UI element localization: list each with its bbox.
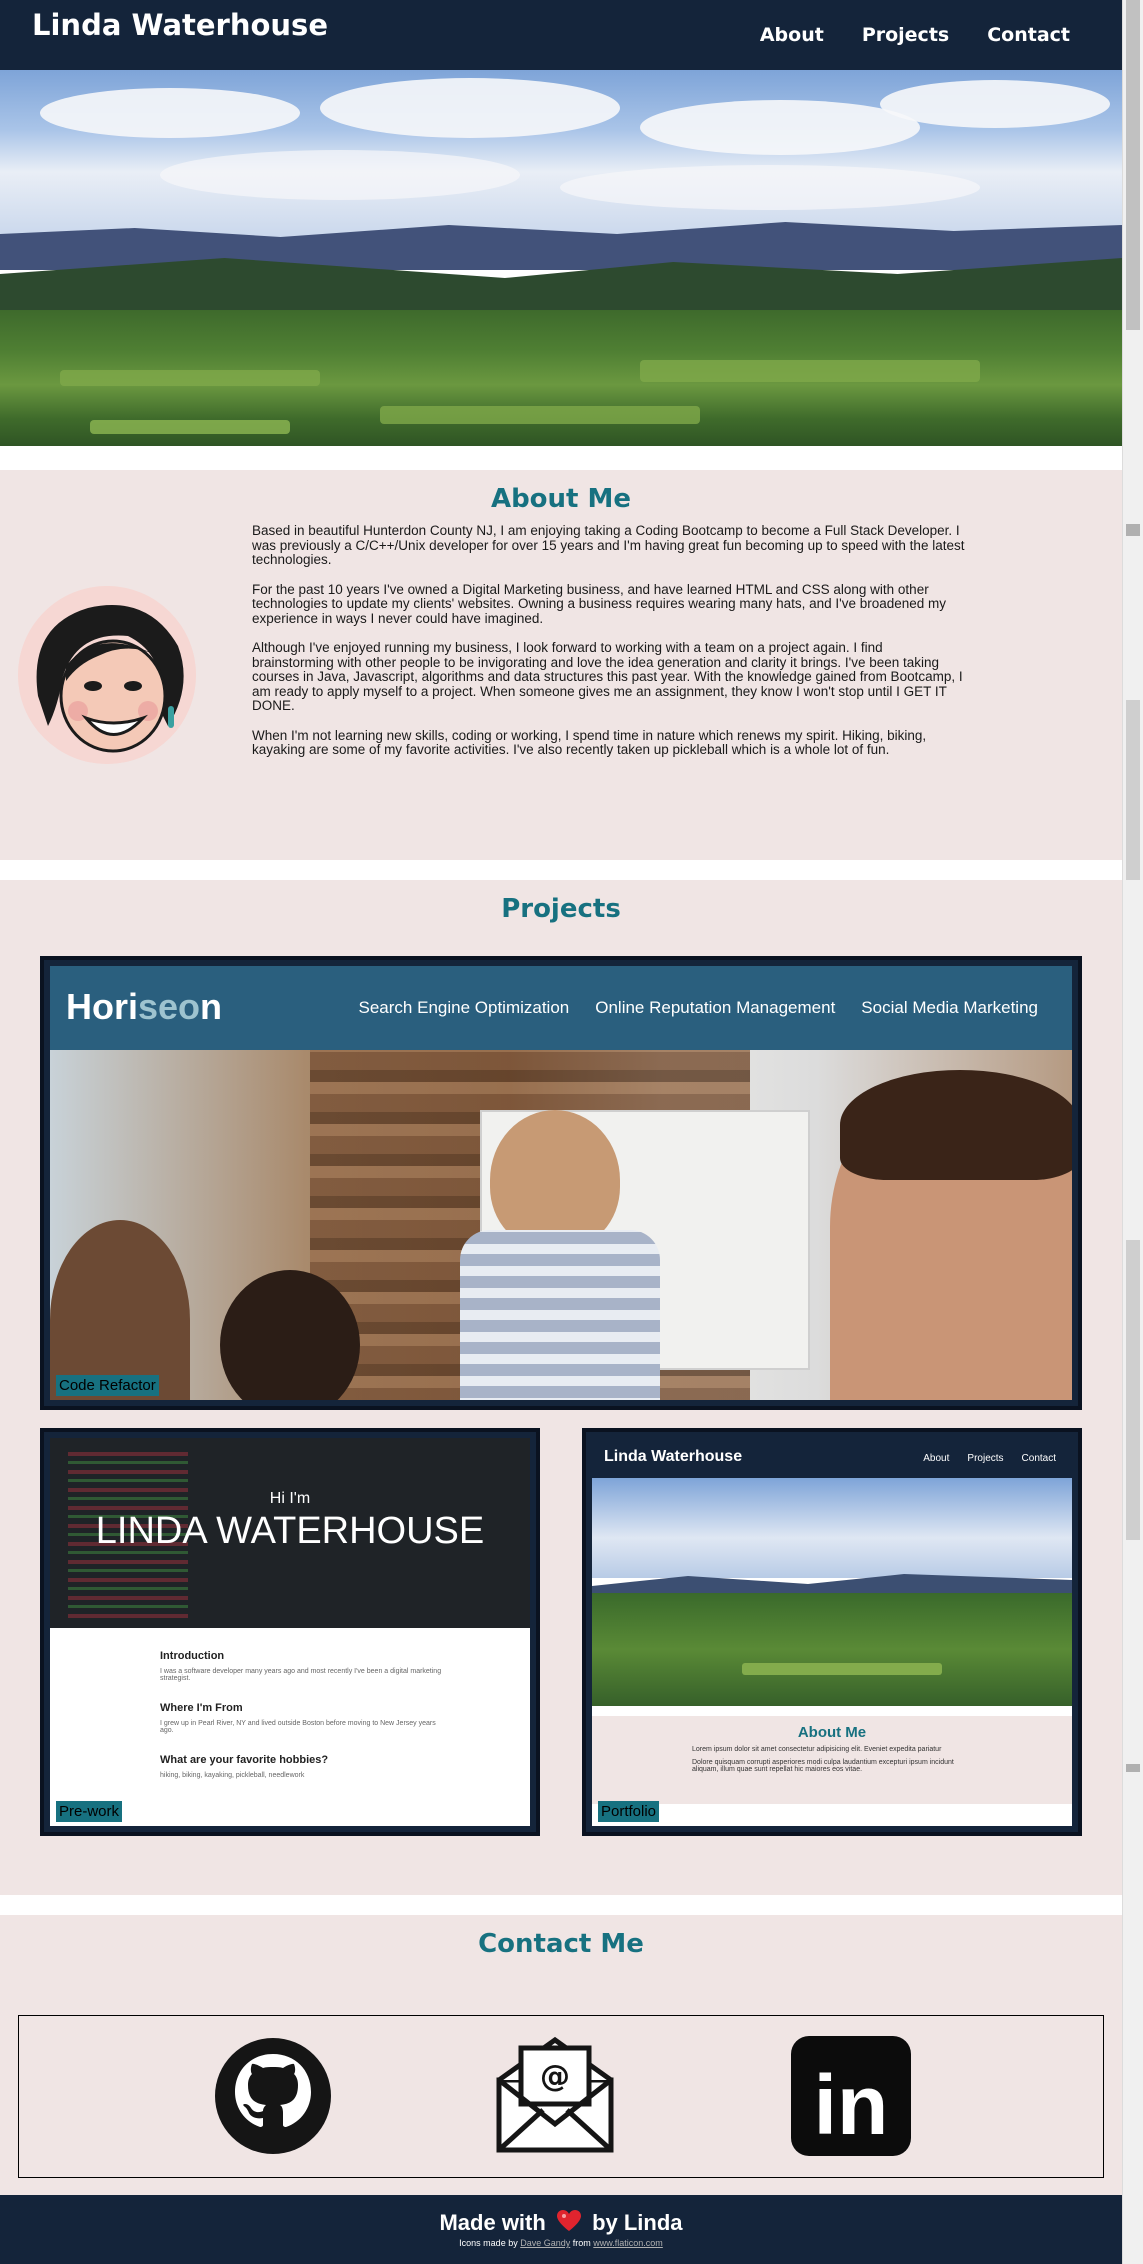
about-title: About Me — [490, 484, 632, 514]
github-icon[interactable] — [211, 2034, 335, 2158]
prework-heading: Where I'm From — [160, 1702, 243, 1714]
project-screenshot: Hi I'm LINDA WATERHOUSE Introduction I w… — [50, 1438, 530, 1826]
prework-text: I was a software developer many years ag… — [160, 1668, 442, 1682]
project-card-pre-work[interactable]: Hi I'm LINDA WATERHOUSE Introduction I w… — [40, 1428, 540, 1836]
heart-icon — [556, 2209, 582, 2239]
projects-section: Projects Horiseon Search Engine Optimiza… — [0, 880, 1122, 1895]
contact-section: Contact Me @ in — [0, 1915, 1122, 2195]
portfolio-landscape — [592, 1478, 1072, 1706]
horiseon-logo: Horiseon — [66, 986, 223, 1027]
footer-made-with: Made with by Linda — [0, 2209, 1122, 2239]
prework-text: I grew up in Pearl River, NY and lived o… — [160, 1720, 436, 1734]
portfolio-header: Linda Waterhouse About Projects Contact — [592, 1438, 1072, 1478]
horiseon-nav-item: Search Engine Optimization — [358, 998, 570, 1017]
credit-author-link[interactable]: Dave Gandy — [520, 2238, 570, 2248]
horiseon-nav-item: Online Reputation Management — [595, 998, 836, 1017]
contact-links-box: @ in — [18, 2015, 1104, 2178]
svg-text:@: @ — [540, 2059, 570, 2094]
scroll-thumb[interactable] — [1126, 0, 1140, 330]
project-label[interactable]: Portfolio — [598, 1801, 660, 1822]
main-nav: About Projects Contact — [760, 24, 1070, 46]
linkedin-icon[interactable]: in — [789, 2034, 913, 2158]
scroll-marker — [1126, 1240, 1140, 1540]
footer-credit: Icons made by Dave Gandy from www.flatic… — [459, 2238, 663, 2248]
about-paragraph: Based in beautiful Hunterdon County NJ, … — [252, 523, 965, 567]
portfolio-about: About Me Lorem ipsum dolor sit amet cons… — [592, 1716, 1072, 1804]
about-text: Based in beautiful Hunterdon County NJ, … — [252, 523, 968, 773]
project-screenshot: Horiseon Search Engine Optimization Onli… — [50, 966, 1072, 1400]
project-card-portfolio[interactable]: Linda Waterhouse About Projects Contact … — [582, 1428, 1082, 1836]
portfolio-nav-item: About — [923, 1453, 950, 1464]
caricature-avatar — [18, 586, 196, 764]
horiseon-nav-item: Social Media Marketing — [861, 998, 1038, 1017]
project-card-code-refactor[interactable]: Horiseon Search Engine Optimization Onli… — [40, 956, 1082, 1410]
project-label[interactable]: Pre-work — [56, 1801, 123, 1822]
team-photo — [50, 1050, 1072, 1400]
about-paragraph: When I'm not learning new skills, coding… — [252, 727, 927, 757]
project-screenshot: Linda Waterhouse About Projects Contact … — [592, 1438, 1072, 1826]
email-icon[interactable]: @ — [493, 2034, 617, 2158]
about-paragraph: For the past 10 years I've owned a Digit… — [252, 581, 947, 626]
nav-about-link[interactable]: About — [760, 24, 824, 46]
site-header: Linda Waterhouse About Projects Contact — [0, 0, 1122, 70]
project-label[interactable]: Code Refactor — [56, 1375, 159, 1396]
portfolio-nav-item: Projects — [967, 1453, 1004, 1464]
svg-text:in: in — [814, 2058, 889, 2152]
nav-projects-link[interactable]: Projects — [862, 24, 949, 46]
nav-contact-link[interactable]: Contact — [987, 24, 1070, 46]
prework-heading: Introduction — [160, 1650, 225, 1662]
prework-heading: What are your favorite hobbies? — [160, 1754, 329, 1766]
prework-name: LINDA WATERHOUSE — [95, 1510, 485, 1552]
contact-title: Contact Me — [478, 1929, 644, 1959]
page-scrollbar[interactable] — [1122, 0, 1143, 2264]
about-paragraph: Although I've enjoyed running my busines… — [252, 640, 963, 713]
brand-title[interactable]: Linda Waterhouse — [32, 8, 328, 42]
code-banner: Hi I'm LINDA WATERHOUSE — [50, 1438, 530, 1628]
projects-title: Projects — [501, 894, 621, 924]
site-footer: Made with by Linda Icons made by Dave Ga… — [0, 2195, 1122, 2264]
hero-landscape-image — [0, 70, 1122, 446]
horiseon-header: Horiseon Search Engine Optimization Onli… — [50, 966, 1072, 1050]
avatar-illustration — [18, 586, 196, 764]
about-section: About Me Based in beautiful Hunterdon Co… — [0, 470, 1122, 860]
scroll-marker — [1126, 524, 1140, 536]
portfolio-nav-item: Contact — [1021, 1453, 1056, 1464]
scroll-marker — [1126, 1764, 1140, 1772]
prework-text: hiking, biking, kayaking, pickleball, ne… — [160, 1772, 305, 1779]
credit-site-link[interactable]: www.flaticon.com — [593, 2238, 663, 2248]
scroll-marker — [1126, 700, 1140, 880]
hi-text: Hi I'm — [269, 1490, 311, 1507]
